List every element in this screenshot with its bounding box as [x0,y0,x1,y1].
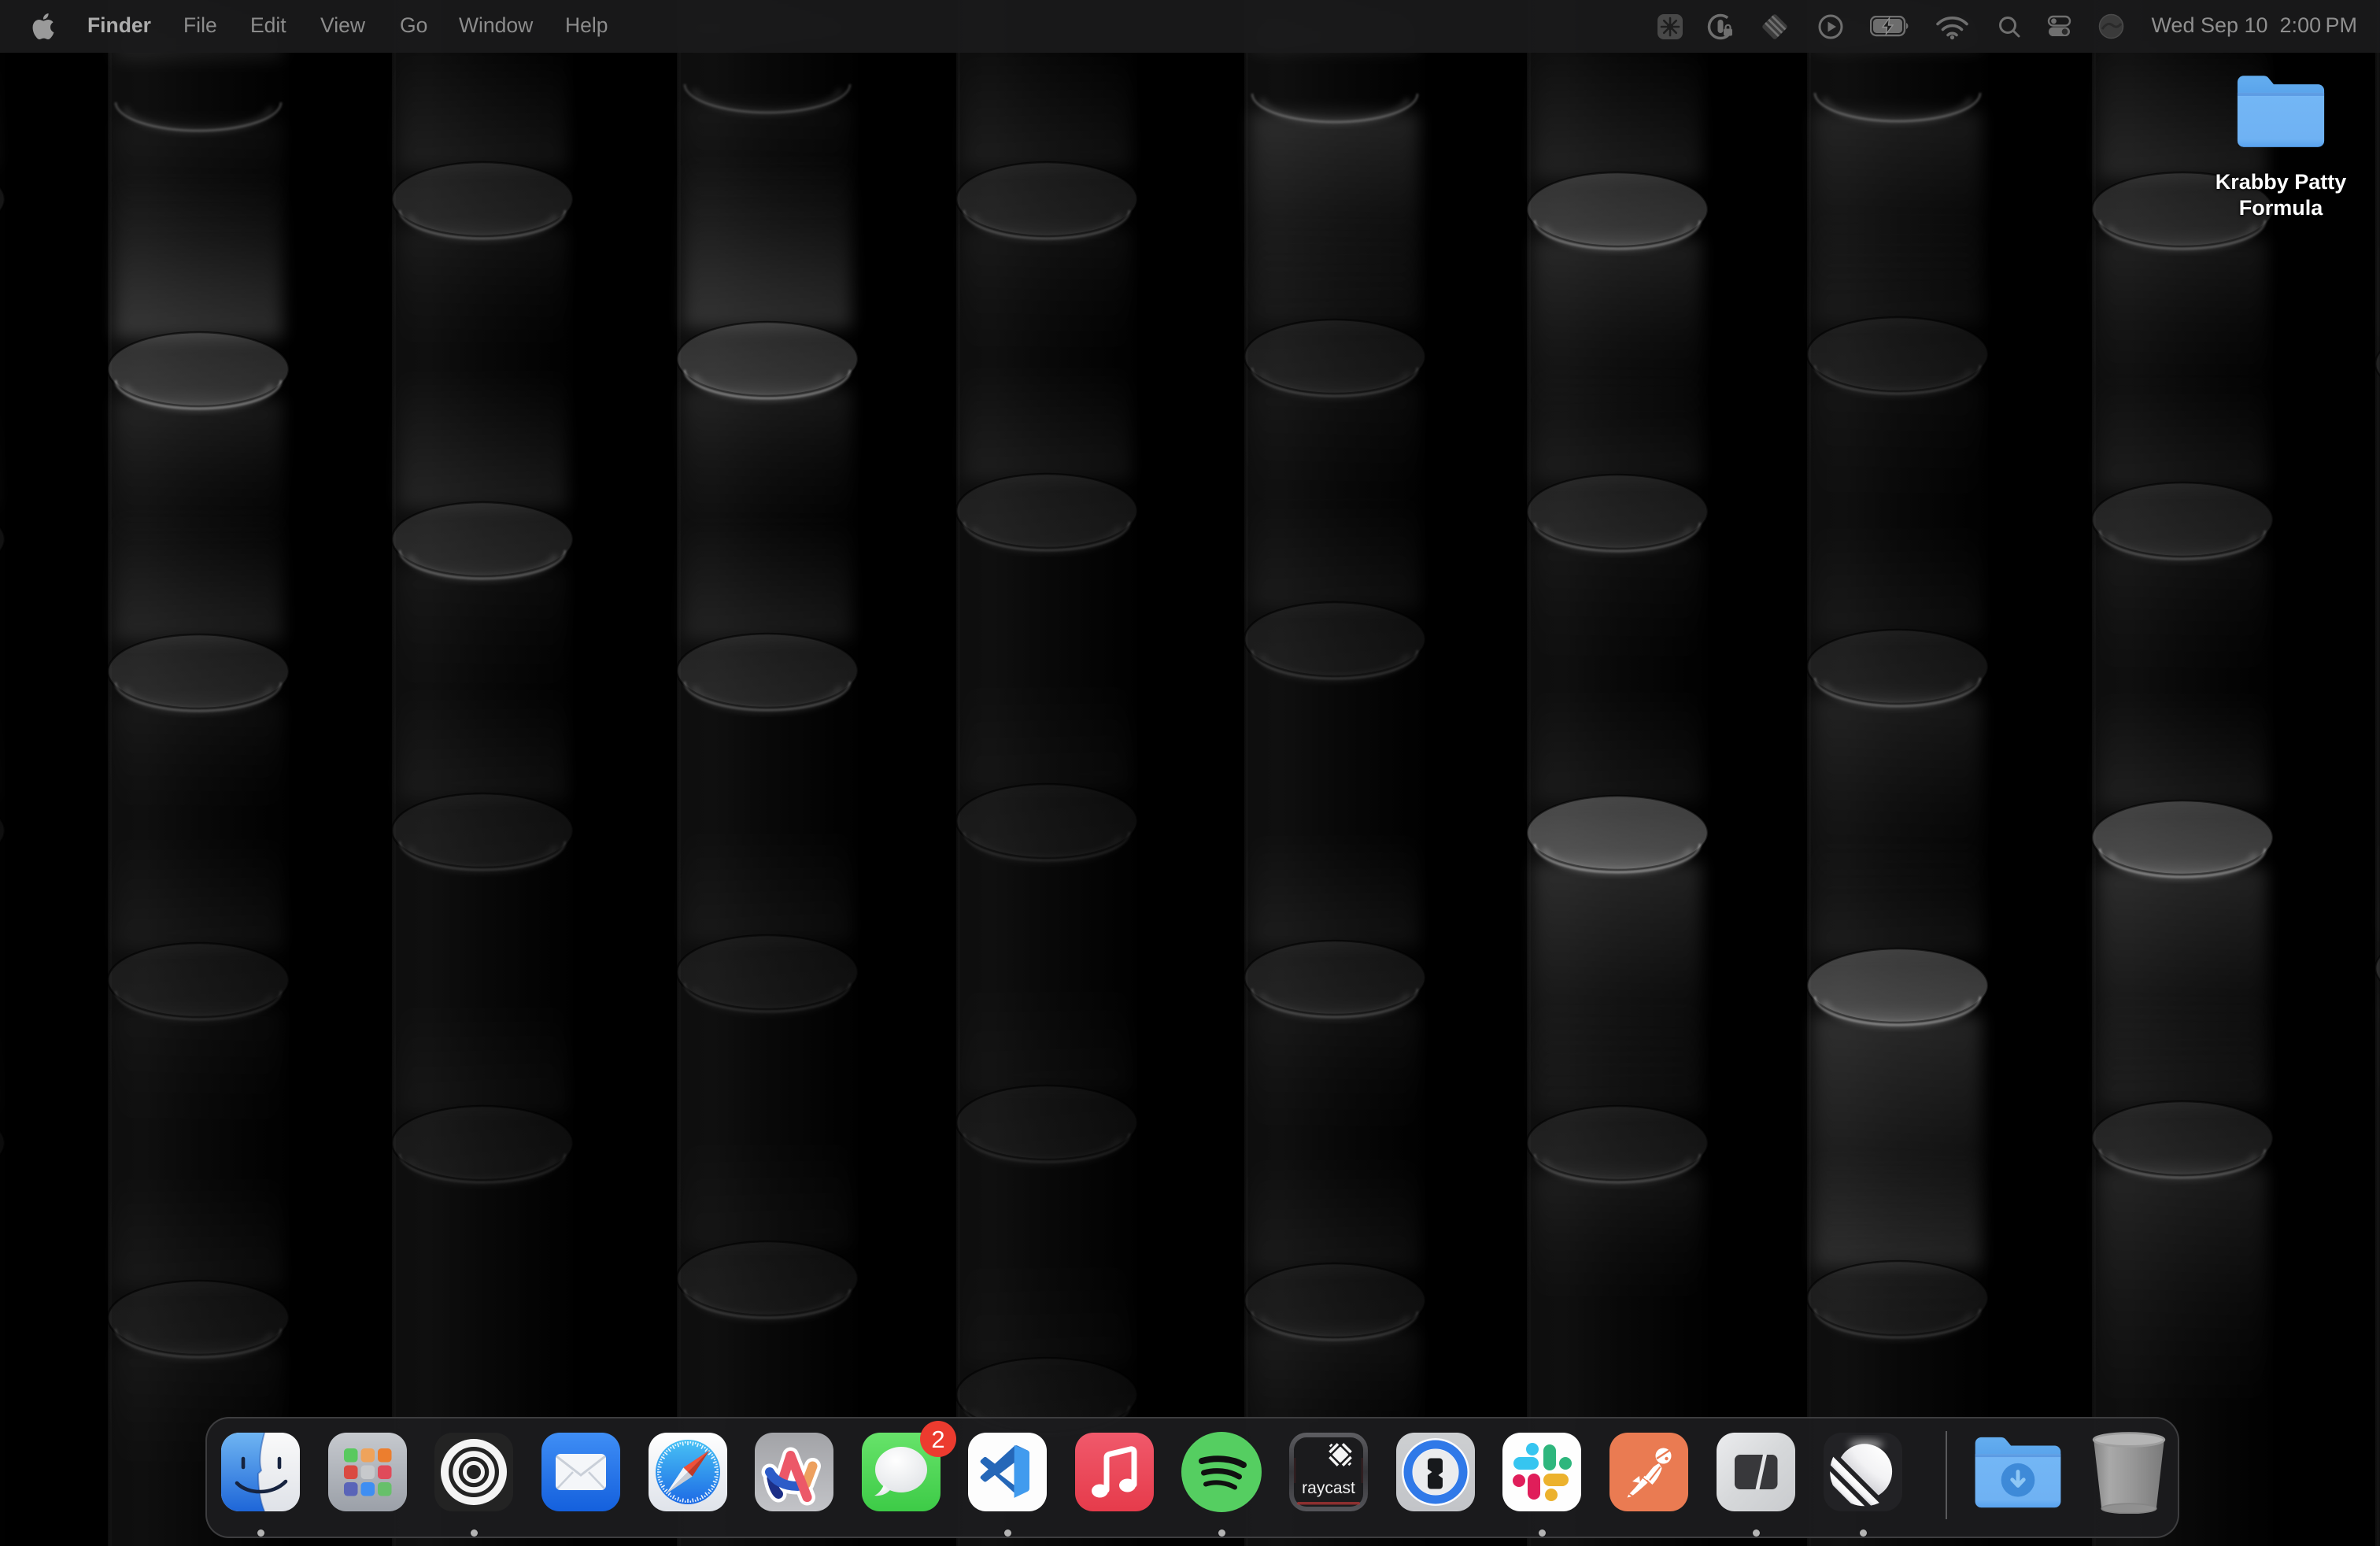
svg-text:raycast: raycast [1302,1479,1355,1497]
